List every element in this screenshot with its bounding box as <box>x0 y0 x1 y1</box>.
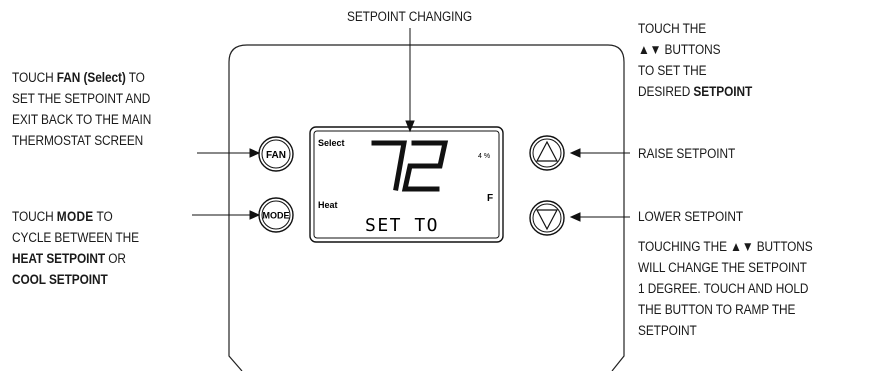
lcd-status-text: SET TO <box>365 215 439 236</box>
mode-description-line-3: HEAT SETPOINT OR <box>12 251 126 266</box>
mode-description-line-4: COOL SETPOINT <box>12 272 108 287</box>
mode-description-line-2: CYCLE BETWEEN THE <box>12 230 140 245</box>
instructions-line-4: DESIRED SETPOINT <box>638 84 753 99</box>
ramp-note: TOUCHING THE ▲▼ BUTTONS WILL CHANGE THE … <box>638 236 813 341</box>
lcd-humidity-small: 4 % <box>478 153 490 160</box>
instructions-line-2: ▲▼ BUTTONS <box>638 42 721 57</box>
mode-description-line-1: TOUCH MODE TO <box>12 209 113 224</box>
fan-description-line-3: EXIT BACK TO THE MAIN <box>12 112 152 127</box>
setpoint-changing-title: SETPOINT CHANGING <box>347 9 473 24</box>
instructions-line-1: TOUCH THE <box>638 21 707 36</box>
down-button[interactable] <box>529 200 565 236</box>
ramp-note-line-4: THE BUTTON TO RAMP THE <box>638 302 796 317</box>
fan-button[interactable]: FAN <box>258 136 294 172</box>
mode-button[interactable]: MODE <box>258 197 294 233</box>
fan-button-label: FAN <box>266 150 286 161</box>
lcd-heat-label: Heat <box>318 200 338 210</box>
mode-callout-arrow <box>249 210 261 220</box>
ramp-note-line-1: TOUCHING THE ▲▼ BUTTONS <box>638 239 813 254</box>
lower-callout-arrow <box>569 212 581 222</box>
lcd-unit-label: F <box>487 193 493 204</box>
fan-description-line-2: SET THE SETPOINT AND <box>12 91 151 106</box>
mode-description: TOUCH MODE TO CYCLE BETWEEN THE HEAT SET… <box>12 206 139 290</box>
fan-description-line-1: TOUCH FAN (Select) TO <box>12 70 145 85</box>
raise-setpoint-label: RAISE SETPOINT <box>638 146 736 161</box>
lcd-setpoint-digits <box>371 140 449 192</box>
ramp-note-line-3: 1 DEGREE. TOUCH AND HOLD <box>638 281 809 296</box>
lcd-select-label: Select <box>318 138 345 148</box>
arrow-buttons-instructions: TOUCH THE ▲▼ BUTTONS TO SET THE DESIRED … <box>638 18 752 102</box>
fan-callout-arrow <box>249 148 261 158</box>
mode-button-label: MODE <box>263 211 290 221</box>
setpoint-callout-arrow <box>405 120 415 133</box>
fan-description-line-4: THERMOSTAT SCREEN <box>12 133 144 148</box>
lower-setpoint-label: LOWER SETPOINT <box>638 209 744 224</box>
fan-description: TOUCH FAN (Select) TO SET THE SETPOINT A… <box>12 67 151 151</box>
ramp-note-line-5: SETPOINT <box>638 323 697 338</box>
raise-callout-arrow <box>569 148 581 158</box>
ramp-note-line-2: WILL CHANGE THE SETPOINT <box>638 260 807 275</box>
instructions-line-3: TO SET THE <box>638 63 707 78</box>
up-button[interactable] <box>529 135 565 171</box>
